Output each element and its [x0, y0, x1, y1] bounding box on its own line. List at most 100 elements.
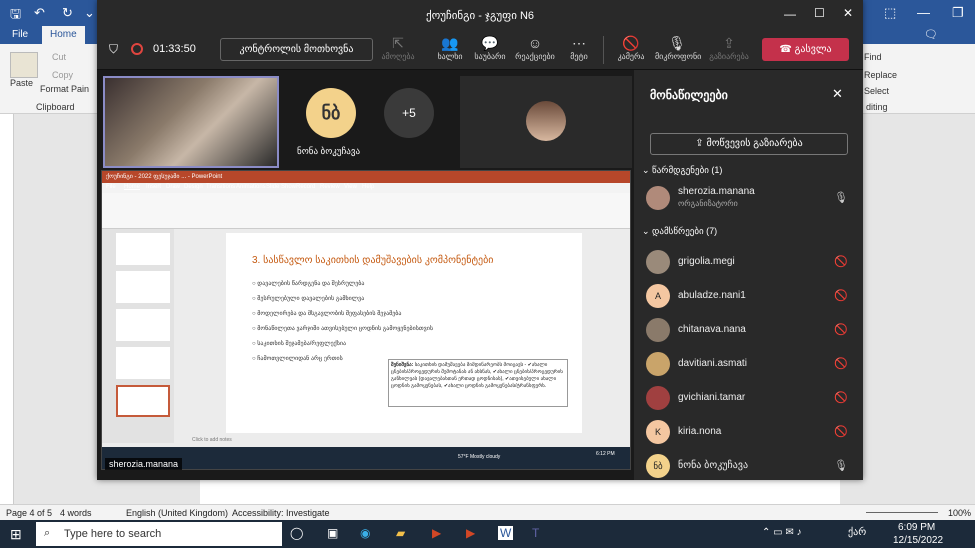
- mic-button[interactable]: 🎙 მიკროფონი: [655, 34, 701, 61]
- attendee-name: grigolia.megi: [678, 256, 735, 267]
- attendee-row[interactable]: Kkiria.nona 🚫: [646, 418, 856, 448]
- slide-thumbnail[interactable]: [116, 233, 170, 265]
- people-icon: 👥: [441, 35, 459, 51]
- slide-thumbnail[interactable]: [116, 309, 170, 341]
- mic-off-icon: 🚫: [834, 256, 848, 268]
- camera-button[interactable]: 🚫 კამერა: [609, 34, 653, 61]
- cut-button[interactable]: Cut: [52, 52, 66, 62]
- mic-off-icon: 🎙: [668, 35, 686, 51]
- tab-file[interactable]: File: [12, 29, 28, 40]
- chat-button[interactable]: 💬 საუბარი: [468, 34, 512, 61]
- clock-time[interactable]: 6:09 PM: [898, 522, 935, 533]
- shared-screen[interactable]: ქოუჩინგი - 2022 ფესუჯამი ... - PowerPoin…: [101, 170, 631, 470]
- powerpoint-icon-2[interactable]: ▶: [466, 526, 475, 540]
- tab-home[interactable]: Home: [42, 26, 85, 44]
- restore-icon[interactable]: ❐: [952, 5, 964, 21]
- attendee-avatar: [646, 250, 670, 274]
- zoom-slider[interactable]: [866, 512, 938, 513]
- ppt-tab[interactable]: Animations: [236, 184, 266, 190]
- attendee-row[interactable]: grigolia.megi 🚫: [646, 248, 856, 278]
- attendee-row[interactable]: Aabuladze.nani1 🚫: [646, 282, 856, 312]
- widgets-icon[interactable]: ▣: [327, 526, 338, 540]
- meeting-toolbar: ⛉ 01:33:50 კონტროლის მოთხოვნა ⇱ ამოღება 👥…: [97, 30, 863, 70]
- teams-icon[interactable]: T: [532, 526, 539, 540]
- zoom-level[interactable]: 100%: [948, 508, 971, 518]
- word-icon[interactable]: W: [498, 526, 514, 540]
- attendees-section[interactable]: ⌄ დამსწრეები (7): [642, 226, 717, 237]
- format-painter-button[interactable]: Format Pain: [40, 84, 89, 94]
- pop-out-button[interactable]: ⇱ ამოღება: [376, 34, 420, 61]
- comments-icon[interactable]: 🗨: [924, 28, 938, 41]
- ppt-tab[interactable]: Record: [296, 184, 315, 190]
- ppt-tab[interactable]: Help: [362, 184, 374, 190]
- input-language[interactable]: ქარ: [848, 527, 866, 538]
- language-status[interactable]: English (United Kingdom): [126, 508, 228, 518]
- slide-canvas[interactable]: 3. სასწავლო საკითხის დამუშავების კომპონე…: [226, 233, 582, 433]
- toolbar-divider: [603, 36, 604, 64]
- redo-icon[interactable]: ↻: [62, 5, 73, 21]
- ppt-tab[interactable]: Insert: [146, 184, 161, 190]
- customize-icon[interactable]: ⌄: [84, 5, 95, 21]
- close-icon[interactable]: ✕: [843, 6, 853, 20]
- taskbar-search[interactable]: ⌕ Type here to search: [36, 522, 282, 546]
- ppt-tab[interactable]: Review: [320, 184, 340, 190]
- reactions-button[interactable]: ☺ რეაქციები: [513, 34, 557, 61]
- minimize-icon[interactable]: —: [917, 5, 930, 20]
- ppt-tab[interactable]: File: [106, 184, 116, 190]
- coauthor-icon[interactable]: ⬚: [884, 5, 896, 21]
- save-icon[interactable]: 🖫: [10, 5, 21, 27]
- presenters-section[interactable]: ⌄ წარმდგენები (1): [642, 165, 722, 176]
- attendee-avatar: [646, 352, 670, 376]
- powerpoint-icon[interactable]: ▶: [432, 526, 441, 540]
- presenter-row[interactable]: sherozia.manana ორგანიზატორი 🎙: [646, 184, 856, 214]
- more-participants-badge[interactable]: +5: [384, 88, 434, 138]
- ppt-tab[interactable]: Home: [124, 184, 140, 190]
- paste-button[interactable]: Paste: [10, 78, 33, 88]
- powerpoint-tabs: File Home Insert Draw Design Transitions…: [102, 183, 630, 193]
- powerpoint-ribbon: [102, 193, 630, 229]
- undo-icon[interactable]: ↶: [34, 5, 45, 21]
- attendee-row[interactable]: chitanava.nana 🚫: [646, 316, 856, 346]
- copy-button[interactable]: Copy: [52, 70, 73, 80]
- maximize-icon[interactable]: ☐: [814, 6, 825, 20]
- speaker-video-tile[interactable]: [103, 76, 279, 168]
- ppt-tab[interactable]: Design: [184, 184, 203, 190]
- attendee-avatar: [646, 386, 670, 410]
- close-panel-icon[interactable]: ✕: [832, 86, 843, 102]
- self-video-tile[interactable]: [460, 76, 632, 168]
- camera-label: კამერა: [617, 52, 645, 61]
- request-control-button[interactable]: კონტროლის მოთხოვნა: [220, 38, 373, 61]
- find-button[interactable]: Find: [864, 52, 882, 62]
- word-count[interactable]: 4 words: [60, 508, 92, 518]
- ppt-tab[interactable]: View: [344, 184, 357, 190]
- slide-thumbnail-selected[interactable]: [116, 385, 170, 417]
- clock-date[interactable]: 12/15/2022: [893, 535, 943, 546]
- attendee-row[interactable]: davitiani.asmati 🚫: [646, 350, 856, 380]
- ppt-tab[interactable]: Slide Show: [266, 184, 296, 190]
- attendee-row[interactable]: gvichiani.tamar 🚫: [646, 384, 856, 414]
- pop-out-label: ამოღება: [381, 52, 415, 61]
- page-count[interactable]: Page 4 of 5: [6, 508, 52, 518]
- minimize-icon[interactable]: —: [784, 7, 796, 21]
- more-button[interactable]: ⋯ მეტი: [557, 34, 601, 61]
- edge-icon[interactable]: ◉: [360, 526, 370, 540]
- slide-thumbnail[interactable]: [116, 271, 170, 303]
- attendee-row[interactable]: ნბ ნონა ბოკუჩავა 🎙: [646, 452, 856, 482]
- paste-icon[interactable]: [10, 52, 38, 78]
- file-explorer-icon[interactable]: ▰: [396, 526, 405, 540]
- notes-placeholder[interactable]: Click to add notes: [192, 437, 232, 443]
- task-view-icon[interactable]: ◯: [290, 526, 303, 540]
- slide-thumbnail[interactable]: [116, 347, 170, 379]
- replace-button[interactable]: Replace: [864, 70, 897, 80]
- windows-start-icon[interactable]: ⊞: [10, 526, 22, 543]
- people-button[interactable]: 👥 ხალხი: [428, 34, 472, 61]
- ppt-tab[interactable]: Transitions: [206, 184, 235, 190]
- system-tray-icons[interactable]: ⌃ ▭ ✉ ♪: [762, 527, 802, 538]
- shield-icon[interactable]: ⛉: [109, 42, 118, 57]
- accessibility-status[interactable]: Accessibility: Investigate: [232, 508, 330, 518]
- ppt-tab[interactable]: Draw: [166, 184, 180, 190]
- share-invite-button[interactable]: ⇪ მოწვევის გაზიარება: [650, 133, 848, 155]
- share-button[interactable]: ⇪ გაზიარება: [707, 34, 751, 61]
- select-button[interactable]: Select: [864, 86, 889, 96]
- leave-button[interactable]: ☎ გასვლა: [762, 38, 849, 61]
